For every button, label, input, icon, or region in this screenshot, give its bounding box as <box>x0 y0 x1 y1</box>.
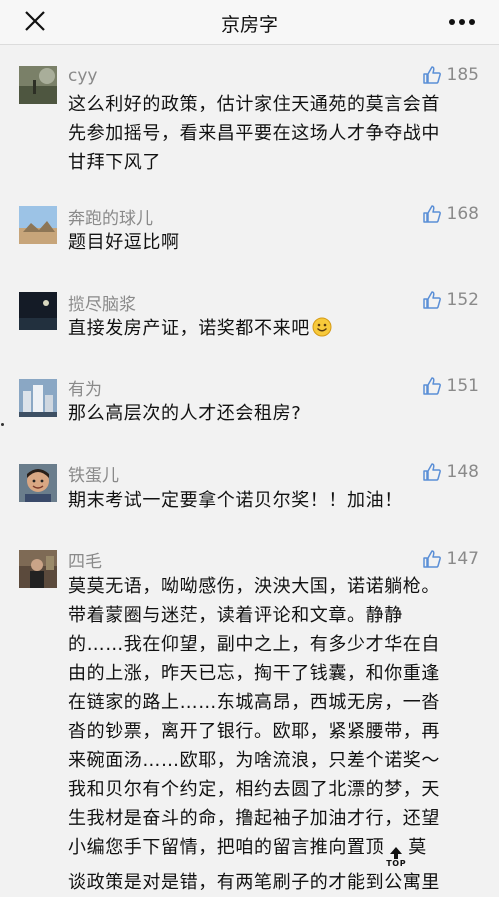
commenter-name[interactable]: 奔跑的球儿 <box>68 204 153 229</box>
avatar[interactable] <box>19 550 57 588</box>
top-button-label: TOP <box>386 859 407 868</box>
comment-line: 小编您手下留情，把咱的留言推向置顶 TOP 莫 <box>68 837 427 868</box>
like-count: 168 <box>446 204 479 224</box>
commenter-name[interactable]: 铁蛋儿 <box>68 461 119 486</box>
like-count: 185 <box>446 65 479 85</box>
scroll-dot <box>1 423 4 426</box>
comment-text: 那么高层次的人才还会租房? <box>68 399 480 428</box>
thumbs-up-icon <box>422 205 441 223</box>
comment-line: 期末考试一定要拿个诺贝尔奖！！加油！ <box>68 490 403 511</box>
comment-text: 莫莫无语，呦呦感伤，泱泱大国，诺诺躺枪。 带着蒙圈与迷茫，读着评论和文章。静静 … <box>68 572 480 897</box>
commenter-name[interactable]: cyy <box>68 66 97 86</box>
comment-line: 的……我在仰望，副中之上，有多少才华在自 <box>68 634 440 655</box>
like-button[interactable]: 185 <box>422 65 479 85</box>
like-button[interactable]: 151 <box>422 376 479 396</box>
like-button[interactable]: 148 <box>422 462 479 482</box>
comment-text: 期末考试一定要拿个诺贝尔奖！！加油！ <box>68 486 480 515</box>
like-count: 151 <box>446 376 479 396</box>
like-count: 148 <box>446 462 479 482</box>
scroll-to-top-button[interactable]: TOP <box>385 847 407 868</box>
thumbs-up-icon <box>422 291 441 309</box>
comment-line: 带着蒙圈与迷茫，读着评论和文章。静静 <box>68 605 403 626</box>
comment-line: 先参加摇号，看来昌平要在这场人才争夺战中 <box>68 123 440 144</box>
comment-line: 沓的钞票，离开了银行。欧耶，紧紧腰带，再 <box>68 721 440 742</box>
thumbs-up-icon <box>422 66 441 84</box>
avatar[interactable] <box>19 379 57 417</box>
commenter-name[interactable]: 有为 <box>68 375 102 400</box>
comment-line: 这么利好的政策，估计家住天通苑的莫言会首 <box>68 94 440 115</box>
comment-text: 这么利好的政策，估计家住天通苑的莫言会首 先参加摇号，看来昌平要在这场人才争夺战… <box>68 90 480 177</box>
like-button[interactable]: 152 <box>422 290 479 310</box>
avatar[interactable] <box>19 464 57 502</box>
comment-line: 来碗面汤……欧耶，为啥流浪，只差个诺奖～ <box>68 750 440 771</box>
avatar[interactable] <box>19 66 57 104</box>
comment-line: 我和贝尔有个约定，相约去圆了北漂的梦，天 <box>68 779 440 800</box>
avatar[interactable] <box>19 206 57 244</box>
comment-line: 生我材是奋斗的命，撸起袖子加油才行，还望 <box>68 808 440 829</box>
like-count: 152 <box>446 290 479 310</box>
comment-line: 由的上涨，昨天已忘，掏干了钱囊，和你重逢 <box>68 663 440 684</box>
comment-line: 甘拜下风了 <box>68 152 161 173</box>
comment-line: 谈政策是对是错，有两笔刷子的才能到公寓里 <box>68 872 440 893</box>
commenter-name[interactable]: 四毛 <box>68 547 102 572</box>
comment-text: 直接发房产证，诺奖都不来吧 <box>68 314 480 343</box>
thumbs-up-icon <box>422 377 441 395</box>
thumbs-up-icon <box>422 550 441 568</box>
comment-line: 直接发房产证，诺奖都不来吧 <box>68 314 480 343</box>
comment-text: 题目好逗比啊 <box>68 228 480 257</box>
smile-emoji-icon <box>312 317 332 337</box>
like-button[interactable]: 147 <box>422 549 479 569</box>
top-bar: 京房字 <box>0 0 499 45</box>
up-arrow-icon <box>390 847 403 859</box>
page-title: 京房字 <box>220 14 278 36</box>
avatar[interactable] <box>19 292 57 330</box>
comment-line: 题目好逗比啊 <box>68 232 180 253</box>
comment-line: 莫莫无语，呦呦感伤，泱泱大国，诺诺躺枪。 <box>68 576 440 597</box>
like-count: 147 <box>446 549 479 569</box>
commenter-name[interactable]: 揽尽脑浆 <box>68 290 136 315</box>
comment-line: 在链家的路上……东城高昂，西城无房，一沓 <box>68 692 440 713</box>
comment-line: 那么高层次的人才还会租房? <box>68 403 302 424</box>
more-options-icon[interactable] <box>447 12 477 32</box>
thumbs-up-icon <box>422 463 441 481</box>
like-button[interactable]: 168 <box>422 204 479 224</box>
